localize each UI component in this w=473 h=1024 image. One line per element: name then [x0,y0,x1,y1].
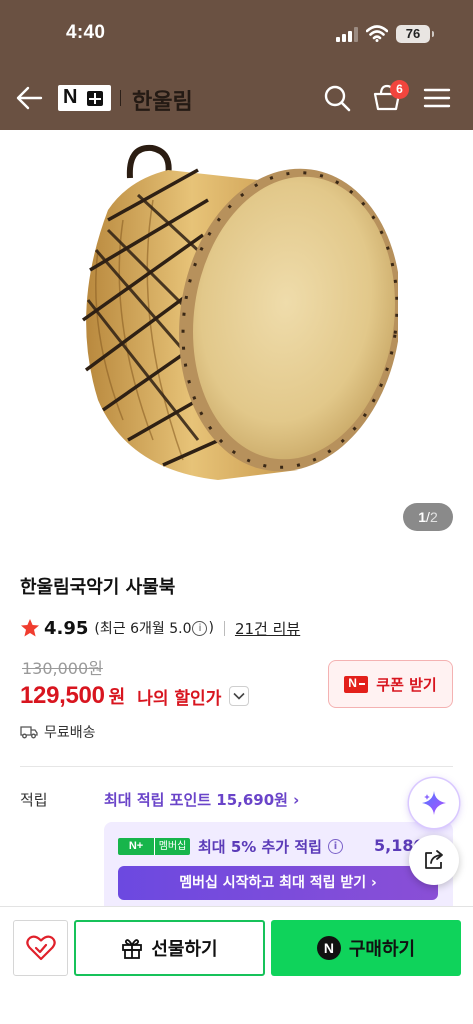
membership-start-button[interactable]: 멤버십 시작하고 최대 적립 받기 › [118,866,438,900]
product-title: 한울림국악기 사물북 [20,577,176,598]
reward-points-link[interactable]: 최대 적립 포인트 15,690원 › [104,789,299,810]
plus-icon [87,91,103,106]
logo-divider [120,90,121,106]
coupon-logo-text: N [348,675,357,690]
sale-price: 129,500 [20,682,105,709]
status-bar: 4:40 76 [0,0,473,66]
coupon-button[interactable]: N 쿠폰 받기 [328,660,453,708]
reward-label: 적립 [20,791,48,809]
image-counter-total: 2 [429,509,438,525]
membership-logo-text: 멤버십 [154,838,190,855]
naver-plus-logo[interactable]: N+ N [58,85,111,111]
rating-row: 4.95 (최근 6개월 5.0 i ) 21건 리뷰 [20,616,300,640]
my-discount-price-label[interactable]: 나의 할인가 [137,684,221,709]
image-counter-current: 1 [418,509,427,525]
sparkle-icon [422,791,446,815]
truck-icon [20,726,38,739]
gift-button[interactable]: 선물하기 [74,920,265,976]
heart-icon [25,935,56,961]
ai-assistant-button[interactable] [409,778,459,828]
membership-extra-reward-text: 최대 5% 추가 적립 [198,838,322,856]
share-button[interactable] [409,835,459,885]
cellular-signal-icon [336,27,358,42]
rating-divider [223,620,225,636]
logo-n-glyph: N [63,86,78,108]
search-icon[interactable] [322,83,352,113]
battery-indicator: 76 [396,25,434,43]
review-count-link[interactable]: 21건 리뷰 [235,618,300,639]
recent-rating-close: ) [208,620,214,636]
sale-price-row: 129,500 원 나의 할인가 [20,680,250,712]
original-price: 130,000원 [22,659,103,678]
shipping-info: 무료배송 [20,722,96,742]
membership-info-icon[interactable]: i [327,839,343,854]
info-icon[interactable]: i [192,620,208,636]
membership-logo-n: N+ [118,838,154,855]
nav-bar: N+ N 한울림 6 [0,72,473,124]
recent-rating: (최근 6개월 5.0 [94,621,192,637]
sale-price-unit: 원 [108,687,126,708]
app-header: 4:40 76 N+ N 한울림 [0,0,473,130]
wifi-icon [366,25,388,42]
star-icon [21,619,39,637]
status-time: 4:40 [66,22,106,43]
section-divider [20,766,453,767]
cart-count-badge: 6 [390,80,409,99]
shipping-label: 무료배송 [44,725,96,741]
gift-icon [122,939,143,959]
store-name[interactable]: 한울림 [132,84,193,116]
buy-button[interactable]: N 구매하기 [271,920,461,976]
discount-detail-toggle[interactable] [229,686,250,706]
menu-icon[interactable] [423,86,451,110]
wishlist-button[interactable] [13,920,68,976]
product-image-gallery[interactable]: 1/2 [0,130,473,545]
chevron-down-icon [233,692,245,700]
bottom-action-bar: 선물하기 N 구매하기 [0,906,473,1024]
share-icon [425,850,443,869]
membership-extra-reward: 최대 5% 추가 적립 i [198,836,344,857]
naver-pay-icon: N [316,936,341,960]
back-arrow-icon[interactable] [14,84,44,112]
drum-product-image [81,144,398,480]
coupon-label: 쿠폰 받기 [376,675,437,694]
naver-coupon-icon: N [344,675,369,693]
gift-label: 선물하기 [151,939,218,960]
image-counter: 1/2 [403,503,453,531]
buy-label: 구매하기 [348,939,416,960]
naver-plus-membership-logo: N+ 멤버십 [118,838,190,855]
rating-value: 4.95 [44,617,89,639]
